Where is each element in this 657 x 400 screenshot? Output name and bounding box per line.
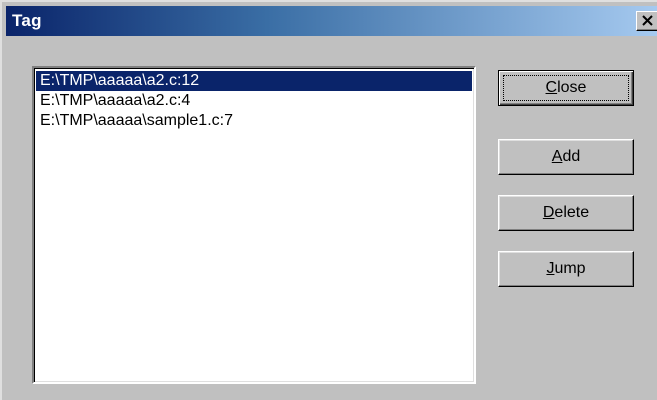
jump-button[interactable]: Jump [498,251,634,287]
list-item[interactable]: E:\TMP\aaaaa\a2.c:12 [36,71,472,91]
title-close-button[interactable] [636,11,657,31]
add-button-label: Add [551,148,581,165]
close-button-label: Close [545,79,587,96]
list-item[interactable]: E:\TMP\aaaaa\sample1.c:7 [36,111,472,131]
jump-button-label: Jump [546,260,586,277]
window-title: Tag [12,11,42,30]
add-button[interactable]: Add [498,139,634,175]
tag-dialog: Tag E:\TMP\aaaaa\a2.c:12 E:\TMP\aaaaa\a2… [0,0,657,400]
close-icon [642,15,653,26]
delete-button[interactable]: Delete [498,195,634,231]
delete-button-label: Delete [542,204,590,221]
close-button[interactable]: Close [498,70,634,106]
tag-list[interactable]: E:\TMP\aaaaa\a2.c:12 E:\TMP\aaaaa\a2.c:4… [32,66,476,384]
title-bar[interactable]: Tag [6,6,657,36]
list-item[interactable]: E:\TMP\aaaaa\a2.c:4 [36,91,472,111]
